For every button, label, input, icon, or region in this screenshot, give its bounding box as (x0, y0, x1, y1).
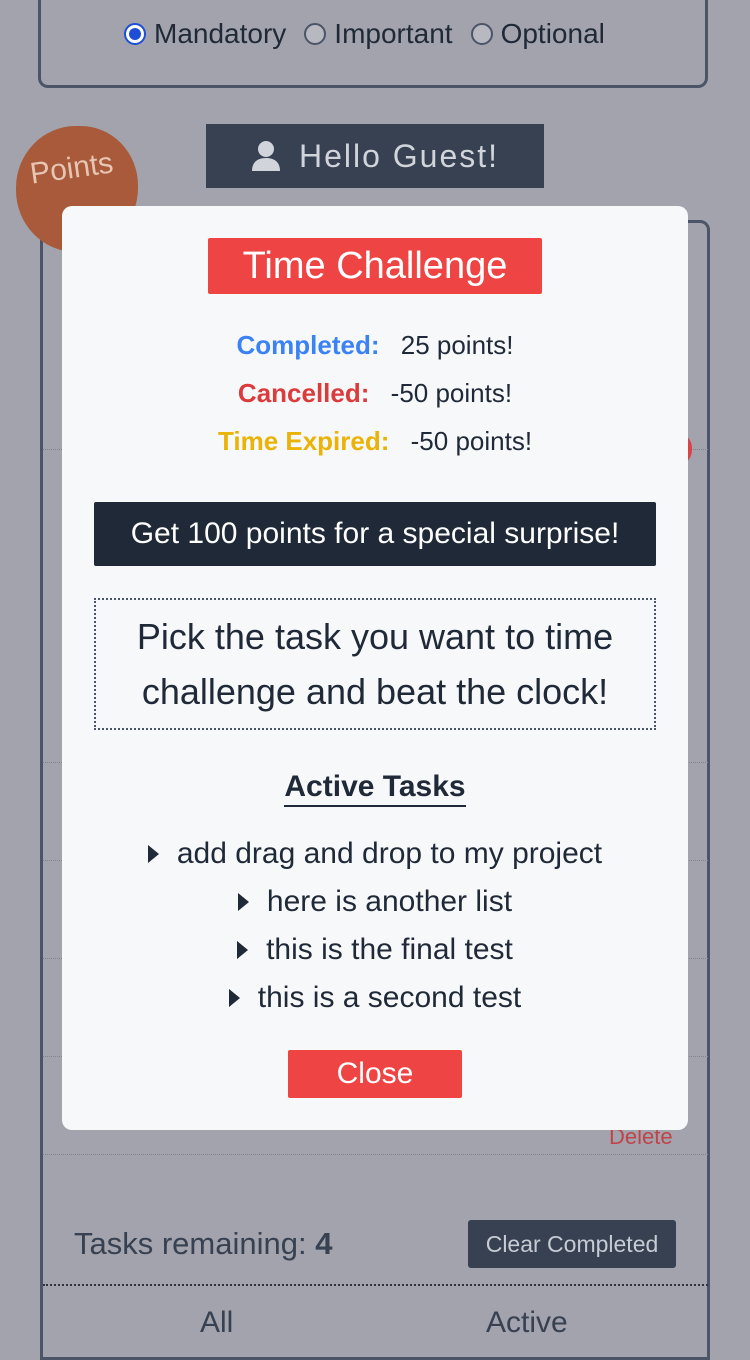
active-task-item[interactable]: add drag and drop to my project (62, 830, 688, 878)
task-label: this is the final test (266, 933, 513, 966)
instruction-box: Pick the task you want to time challenge… (94, 598, 656, 730)
score-value: -50 points! (390, 378, 513, 408)
task-label: add drag and drop to my project (176, 837, 603, 870)
score-completed: Completed: 25 points! (62, 330, 688, 361)
priority-option-optional[interactable]: Optional (470, 18, 605, 50)
hello-guest-button[interactable]: Hello Guest! (206, 124, 544, 188)
priority-label: Important (334, 18, 453, 49)
divider (43, 1284, 708, 1286)
tasks-remaining-label: Tasks remaining: (74, 1226, 307, 1261)
score-label: Time Expired: (217, 426, 390, 456)
priority-radio-group: Mandatory Important Optional (124, 18, 623, 50)
surprise-banner: Get 100 points for a special surprise! (94, 502, 656, 566)
radio-button[interactable] (304, 23, 327, 45)
score-value: -50 points! (410, 426, 533, 456)
tasks-remaining: Tasks remaining: 4 (74, 1226, 332, 1262)
score-time-expired: Time Expired: -50 points! (62, 426, 688, 457)
score-label: Cancelled: (237, 378, 370, 408)
points-badge-label: Points (28, 146, 116, 191)
tasks-remaining-count: 4 (315, 1226, 333, 1261)
greeting-text: Hello Guest! (298, 137, 500, 174)
radio-button-checked[interactable] (124, 23, 146, 45)
user-icon (251, 140, 281, 172)
close-button[interactable]: Close (288, 1050, 462, 1098)
caret-right-icon (237, 893, 249, 911)
priority-option-mandatory[interactable]: Mandatory (124, 18, 286, 50)
modal-title: Time Challenge (208, 238, 542, 294)
filter-all[interactable]: All (200, 1306, 233, 1340)
active-tasks-heading: Active Tasks (62, 770, 688, 807)
clear-completed-button[interactable]: Clear Completed (468, 1220, 676, 1268)
active-tasks-heading-text: Active Tasks (284, 770, 466, 807)
task-label: here is another list (266, 885, 513, 918)
task-label: this is a second test (257, 981, 522, 1014)
instruction-text: Pick the task you want to time challenge… (136, 616, 614, 712)
active-task-item[interactable]: this is the final test (62, 926, 688, 974)
caret-right-icon (147, 845, 159, 863)
radio-button[interactable] (470, 23, 493, 45)
priority-option-important[interactable]: Important (304, 18, 453, 50)
divider (43, 1154, 708, 1155)
active-task-item[interactable]: here is another list (62, 878, 688, 926)
filter-active[interactable]: Active (486, 1306, 568, 1340)
priority-label: Optional (500, 18, 605, 49)
time-challenge-modal: Time Challenge Completed: 25 points! Can… (62, 206, 688, 1130)
priority-label: Mandatory (154, 18, 287, 49)
caret-right-icon (228, 989, 240, 1007)
score-value: 25 points! (400, 330, 514, 360)
score-cancelled: Cancelled: -50 points! (62, 378, 688, 409)
active-task-item[interactable]: this is a second test (62, 974, 688, 1022)
score-label: Completed: (236, 330, 380, 360)
caret-right-icon (237, 941, 249, 959)
active-task-list: add drag and drop to my project here is … (62, 830, 688, 1022)
